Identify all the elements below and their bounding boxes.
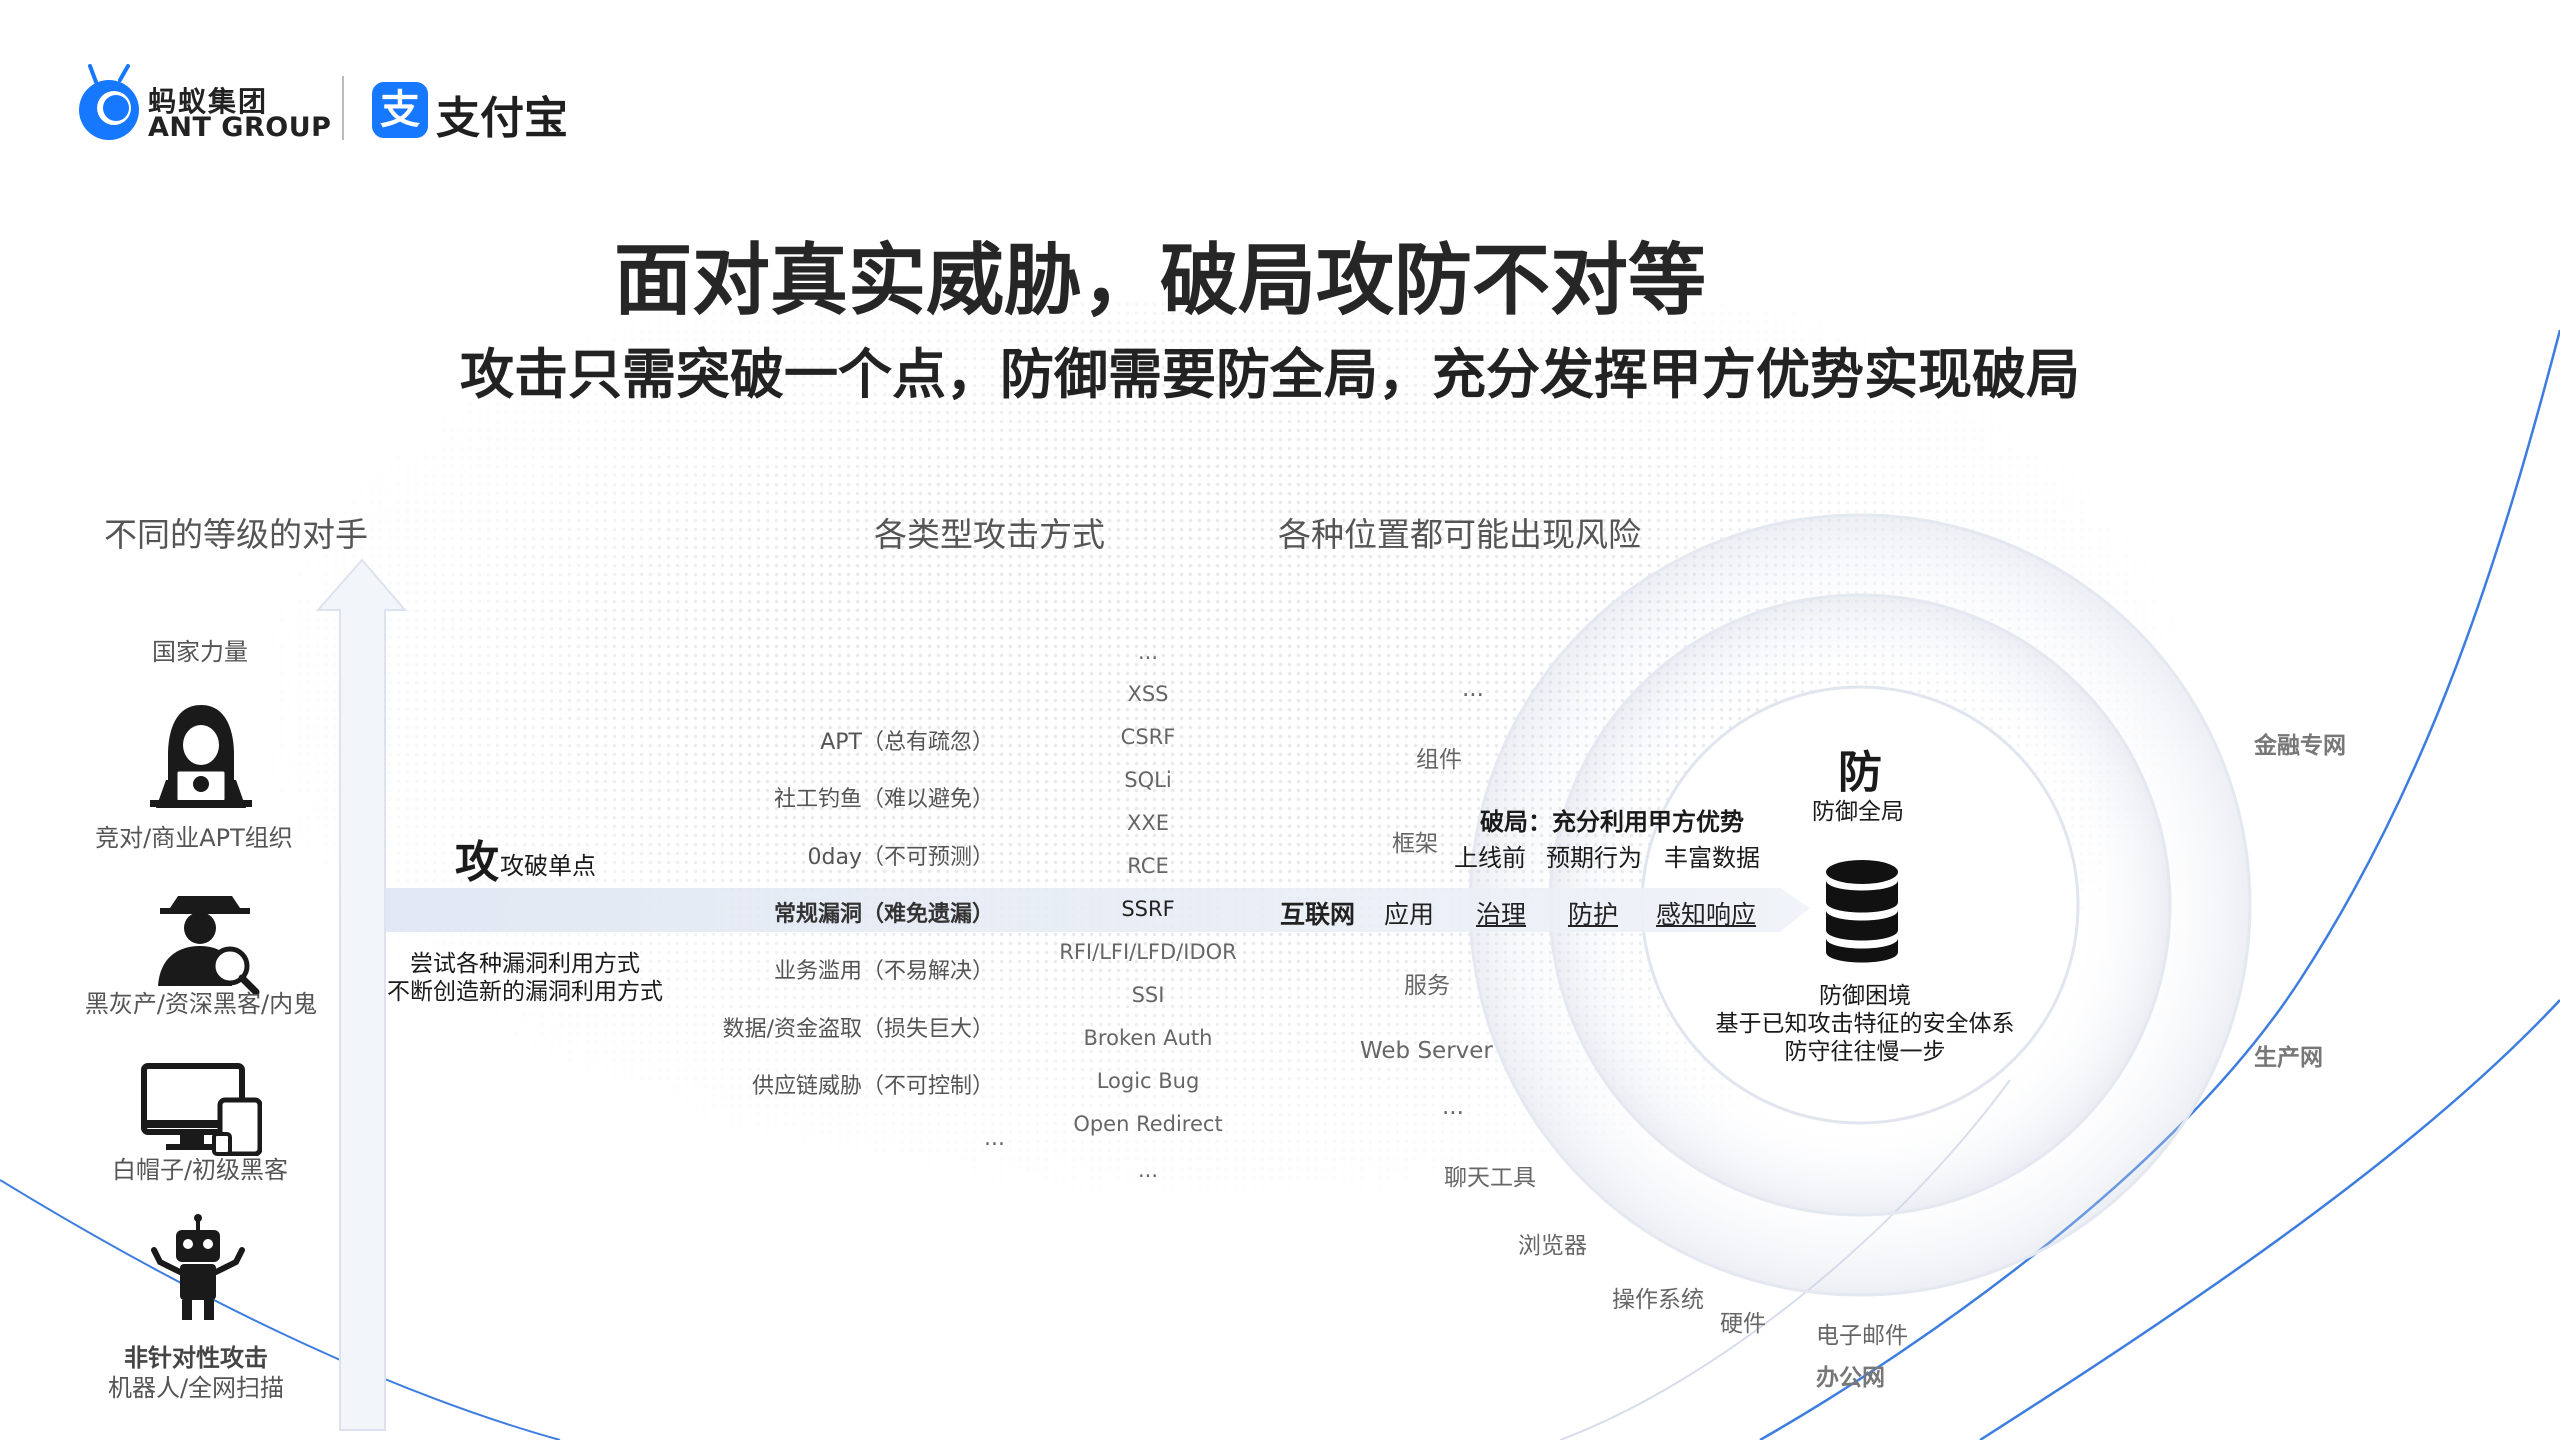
position-framework: 框架 <box>1392 831 1438 857</box>
position-hardware: 硬件 <box>1720 1311 1766 1337</box>
attack-char: 攻 <box>455 837 499 888</box>
adversary-bot-sub: 机器人/全网扫描 <box>107 1374 285 1402</box>
vuln-item: Logic Bug <box>1096 1069 1200 1093</box>
section-positions: 各种位置都可能出现风险 <box>1278 515 1641 554</box>
attack-category: 社工钓鱼（难以避免） <box>773 787 994 812</box>
alipay-name: 支付宝 <box>436 93 568 144</box>
vuln-item: ... <box>1137 1158 1159 1182</box>
zone-office: 办公网 <box>1816 1365 1885 1391</box>
flow-govern: 治理 <box>1476 900 1527 929</box>
logo-divider <box>342 76 344 140</box>
adversary-apt: 竞对/商业APT组织 <box>95 824 293 852</box>
attack-category: 供应链威胁（不可控制） <box>751 1074 994 1099</box>
attack-category-highlight: 常规漏洞（难免遗漏） <box>773 902 994 927</box>
vuln-item: RFI/LFI/LFD/IDOR <box>1059 940 1237 964</box>
section-adversaries: 不同的等级的对手 <box>104 515 368 554</box>
flow-detect: 感知响应 <box>1656 900 1757 929</box>
vuln-item: RCE <box>1127 854 1169 878</box>
defense-dilemma-line2: 防守往往慢一步 <box>1784 1039 1946 1065</box>
position-email: 电子邮件 <box>1816 1323 1908 1349</box>
ant-logo-icon <box>79 64 139 140</box>
position-more-mid: ... <box>1442 1094 1464 1120</box>
defense-expected-behavior: 预期行为 <box>1546 844 1642 872</box>
attack-category: 业务滥用（不易解决） <box>773 959 994 984</box>
defense-pre-launch: 上线前 <box>1454 844 1526 872</box>
defense-rich-data: 丰富数据 <box>1664 844 1760 872</box>
flow-internet: 互联网 <box>1280 900 1356 929</box>
vuln-item: Open Redirect <box>1073 1112 1223 1136</box>
database-icon <box>1826 860 1898 963</box>
zone-finance: 金融专网 <box>2254 733 2346 759</box>
adversary-whitehat: 白帽子/初级黑客 <box>111 1156 289 1184</box>
section-attack-types: 各类型攻击方式 <box>874 515 1105 554</box>
zone-production: 生产网 <box>2254 1045 2323 1071</box>
vuln-item: XSS <box>1127 682 1169 706</box>
vuln-item: XXE <box>1126 811 1170 835</box>
page-subtitle: 攻击只需突破一个点，防御需要防全局，充分发挥甲方优势实现破局 <box>460 343 2080 406</box>
attack-category-more: ... <box>984 1126 1005 1151</box>
position-component: 组件 <box>1416 747 1462 773</box>
vuln-item-highlight: SSRF <box>1121 897 1175 921</box>
position-chat-tools: 聊天工具 <box>1444 1165 1536 1191</box>
adversary-blackhat: 黑灰产/资深黑客/内鬼 <box>84 990 318 1018</box>
position-more-top: ... <box>1462 676 1484 702</box>
alipay-logo-icon: 支 <box>372 82 428 138</box>
flow-app: 应用 <box>1384 900 1435 929</box>
vuln-item: ... <box>1137 640 1159 664</box>
vuln-item: Broken Auth <box>1083 1026 1213 1050</box>
defense-breakthrough: 破局：充分利用甲方优势 <box>1480 808 1744 836</box>
attack-category: 0day（不可预测） <box>807 845 994 870</box>
vuln-item: SQLi <box>1124 768 1172 792</box>
vuln-item: SSI <box>1131 983 1165 1007</box>
position-os: 操作系统 <box>1612 1287 1704 1313</box>
vuln-item: CSRF <box>1120 725 1176 749</box>
page-title: 面对真实威胁，破局攻防不对等 <box>613 236 1706 326</box>
hacker-icon <box>150 705 252 808</box>
position-web-server: Web Server <box>1360 1038 1493 1064</box>
spy-magnifier-icon <box>158 896 260 996</box>
devices-icon <box>141 1063 262 1156</box>
attack-category: 数据/资金盗取（损失巨大） <box>722 1017 994 1042</box>
attack-category: APT（总有疏忽） <box>820 730 994 755</box>
position-browser: 浏览器 <box>1518 1233 1587 1259</box>
adversary-nation: 国家力量 <box>152 638 248 666</box>
ant-en-name: ANT GROUP <box>148 112 332 143</box>
ant-group-logo <box>76 64 142 148</box>
position-service: 服务 <box>1404 973 1450 999</box>
defense-char: 防 <box>1838 747 1882 798</box>
background-rings <box>0 329 2560 1440</box>
flow-protect: 防护 <box>1568 900 1619 929</box>
defense-global: 防御全局 <box>1812 799 1904 825</box>
robot-icon <box>151 1214 245 1320</box>
